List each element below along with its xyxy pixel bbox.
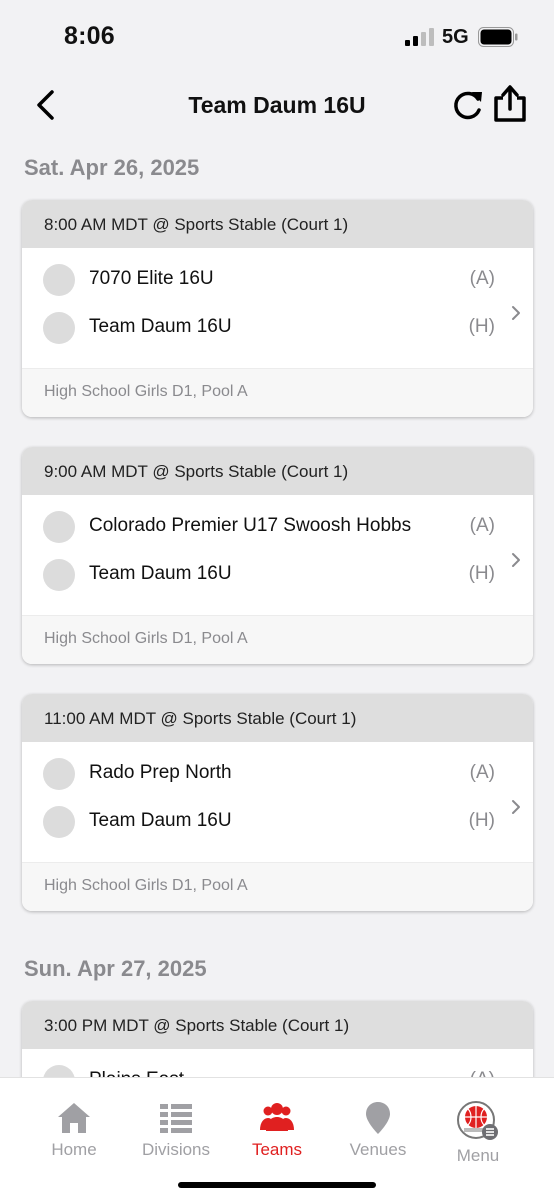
tab-label: Home	[51, 1140, 97, 1159]
refresh-icon[interactable]	[450, 86, 486, 124]
team-home-away-tag: (H)	[468, 563, 495, 584]
status-time: 8:06	[64, 22, 115, 50]
game-teams: 7070 Elite 16U (A) Team Daum 16U (H)	[22, 256, 533, 368]
team-logo	[43, 758, 75, 790]
team-name: Team Daum 16U	[89, 810, 232, 831]
team-home-away-tag: (A)	[469, 268, 495, 289]
schedule-list[interactable]: Sat. Apr 26, 2025 8:00 AM MDT @ Sports S…	[0, 140, 554, 1077]
game-division: High School Girls D1, Pool A	[22, 862, 533, 911]
team-home-away-tag: (A)	[469, 762, 495, 783]
teams-icon	[260, 1103, 294, 1131]
game-teams: Colorado Premier U17 Swoosh Hobbs (A) Te…	[22, 503, 533, 615]
team-logo	[43, 264, 75, 296]
network-type: 5G	[442, 26, 469, 48]
team-name: Team Daum 16U	[89, 316, 232, 337]
team-logo	[43, 806, 75, 838]
team-home-away-tag: (A)	[470, 1069, 495, 1077]
team-row: Colorado Premier U17 Swoosh Hobbs (A)	[22, 503, 533, 551]
team-logo	[43, 1065, 75, 1077]
team-name: Plains East	[89, 1069, 184, 1077]
team-row: Rado Prep North (A)	[22, 750, 533, 798]
cellular-signal-icon	[405, 28, 434, 46]
game-time-venue: 8:00 AM MDT @ Sports Stable (Court 1)	[22, 200, 533, 248]
team-name: 7070 Elite 16U	[89, 268, 214, 289]
team-name: Rado Prep North	[89, 762, 232, 783]
game-time-venue: 3:00 PM MDT @ Sports Stable (Court 1)	[22, 1001, 533, 1049]
team-home-away-tag: (H)	[468, 810, 495, 831]
tab-menu[interactable]: Menu	[428, 1100, 528, 1170]
tab-label: Divisions	[141, 1140, 211, 1159]
team-logo	[43, 511, 75, 543]
nav-bar: Team Daum 16U	[0, 80, 554, 130]
team-logo	[43, 312, 75, 344]
status-bar: 8:06 5G	[0, 0, 554, 70]
tab-home[interactable]: Home	[24, 1100, 124, 1170]
venue-pin-icon	[366, 1102, 390, 1134]
home-indicator	[178, 1182, 376, 1188]
divisions-icon	[160, 1104, 192, 1133]
date-header: Sun. Apr 27, 2025	[24, 956, 207, 981]
tab-label: Menu	[456, 1146, 500, 1165]
chevron-right-icon	[512, 800, 520, 814]
tab-divisions[interactable]: Divisions	[126, 1100, 226, 1170]
team-home-away-tag: (H)	[468, 316, 495, 337]
team-row: Plains East (A)	[22, 1057, 533, 1077]
team-logo	[43, 559, 75, 591]
chevron-right-icon	[512, 553, 520, 567]
team-row: Team Daum 16U (H)	[22, 304, 533, 352]
game-time-venue: 11:00 AM MDT @ Sports Stable (Court 1)	[22, 694, 533, 742]
menu-logo-icon	[457, 1101, 498, 1140]
tab-venues[interactable]: Venues	[328, 1100, 428, 1170]
share-icon[interactable]	[492, 84, 528, 124]
game-teams: Rado Prep North (A) Team Daum 16U (H)	[22, 750, 533, 862]
tab-teams[interactable]: Teams	[227, 1100, 327, 1170]
team-name: Colorado Premier U17 Swoosh Hobbs	[89, 515, 412, 536]
battery-icon	[478, 27, 518, 47]
home-icon	[58, 1103, 90, 1133]
tab-label: Teams	[251, 1140, 303, 1159]
game-division: High School Girls D1, Pool A	[22, 368, 533, 417]
game-card[interactable]: 9:00 AM MDT @ Sports Stable (Court 1) Co…	[22, 447, 533, 664]
game-card[interactable]: 11:00 AM MDT @ Sports Stable (Court 1) R…	[22, 694, 533, 911]
game-card[interactable]: 8:00 AM MDT @ Sports Stable (Court 1) 70…	[22, 200, 533, 417]
chevron-right-icon	[512, 306, 520, 320]
team-row: Team Daum 16U (H)	[22, 798, 533, 846]
team-name: Team Daum 16U	[89, 563, 232, 584]
game-card[interactable]: 3:00 PM MDT @ Sports Stable (Court 1) Pl…	[22, 1001, 533, 1077]
tab-label: Venues	[349, 1140, 407, 1159]
game-time-venue: 9:00 AM MDT @ Sports Stable (Court 1)	[22, 447, 533, 495]
team-row: 7070 Elite 16U (A)	[22, 256, 533, 304]
date-header: Sat. Apr 26, 2025	[24, 155, 200, 180]
game-teams: Plains East (A)	[22, 1057, 533, 1077]
team-row: Team Daum 16U (H)	[22, 551, 533, 599]
team-home-away-tag: (A)	[469, 515, 495, 536]
game-division: High School Girls D1, Pool A	[22, 615, 533, 664]
